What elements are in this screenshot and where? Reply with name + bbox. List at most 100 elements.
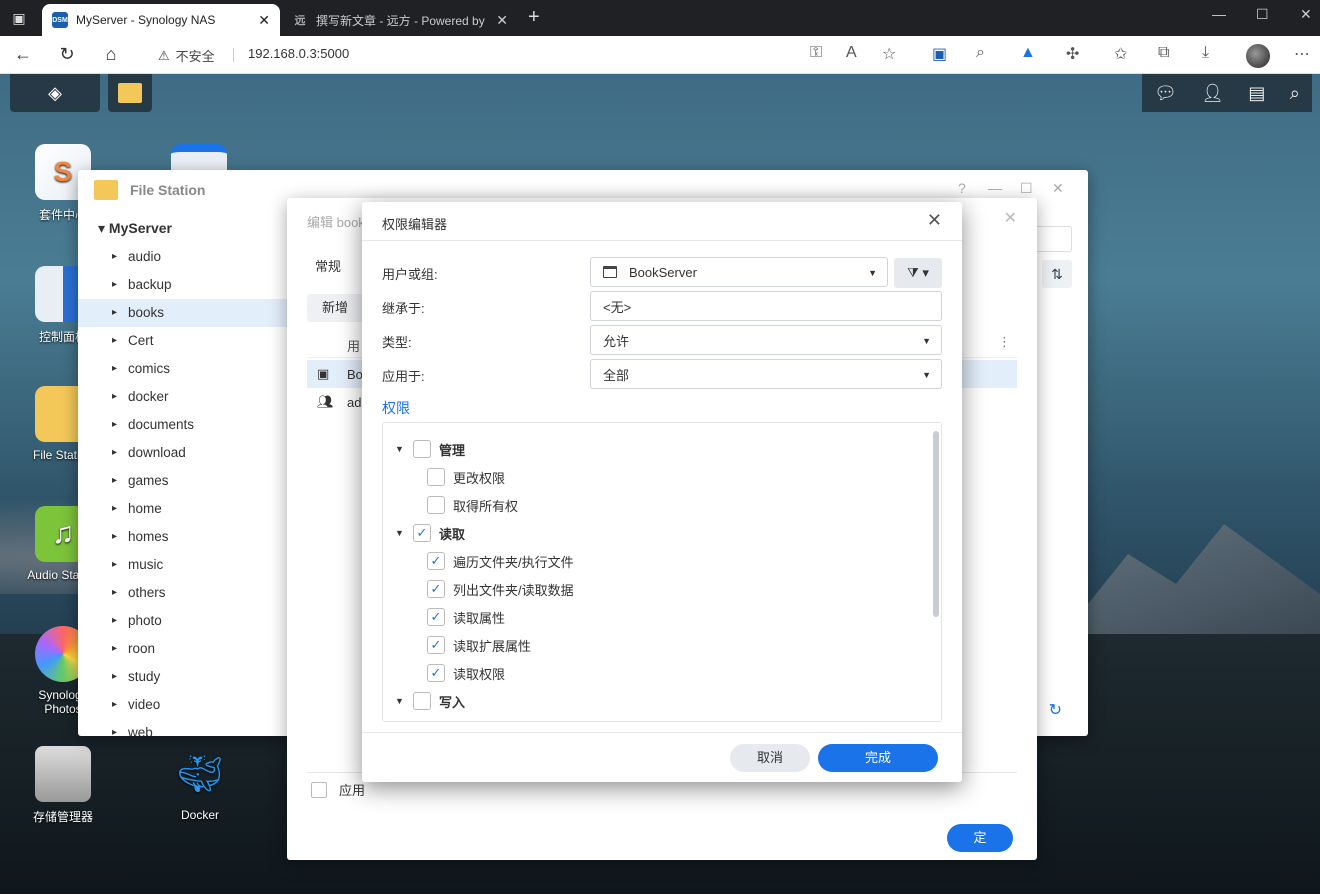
tab-title: 撰写新文章 - 远方 - Powered by xyxy=(316,13,485,28)
tree-item-web[interactable]: web xyxy=(78,719,288,736)
tab-general[interactable]: 常规 xyxy=(315,256,341,275)
tree-item-study[interactable]: study xyxy=(78,663,288,691)
tree-item-others[interactable]: others xyxy=(78,579,288,607)
permission-label: 读取权限 xyxy=(453,666,506,682)
tree-item-backup[interactable]: backup xyxy=(78,271,288,299)
tree-item-homes[interactable]: homes xyxy=(78,523,288,551)
permission-label: 读取扩展属性 xyxy=(453,638,532,654)
download-icon[interactable]: ⤓ xyxy=(1202,44,1209,62)
security-indicator[interactable]: ⚠ 不安全 xyxy=(158,46,215,65)
url-input[interactable]: 192.168.0.3:5000 xyxy=(248,46,349,61)
permission-checkbox[interactable]: ✓ xyxy=(427,664,445,682)
search-icon[interactable]: ⌕ xyxy=(976,44,985,62)
close-icon[interactable]: ✕ xyxy=(1052,180,1064,197)
permission-label: 列出文件夹/读取数据 xyxy=(453,582,574,598)
done-button[interactable]: 完成 xyxy=(818,744,938,772)
key-icon[interactable]: ⚿ xyxy=(810,44,822,62)
expand-arrow-icon[interactable]: ▼ xyxy=(395,696,409,706)
close-icon[interactable]: ✕ xyxy=(927,210,942,231)
avatar[interactable] xyxy=(1246,44,1270,68)
tree-item-home[interactable]: home xyxy=(78,495,288,523)
permission-checkbox[interactable]: ✓ xyxy=(427,636,445,654)
apply-checkbox[interactable]: 应用 xyxy=(311,780,365,799)
apply-to-select[interactable]: 全部 ▼ xyxy=(590,359,942,389)
minimize-icon[interactable]: — xyxy=(988,180,1002,196)
help-icon[interactable]: ? xyxy=(958,180,966,196)
favorites-icon[interactable]: ✩ xyxy=(1114,44,1127,64)
search-icon[interactable]: ⌕ xyxy=(1290,83,1300,104)
taskbar-file-station[interactable] xyxy=(108,74,152,112)
new-button[interactable]: 新增 xyxy=(307,294,363,322)
tree-item-music[interactable]: music xyxy=(78,551,288,579)
refresh-icon[interactable]: ↻ xyxy=(1049,700,1062,720)
user-select[interactable]: BookServer ▼ xyxy=(590,257,888,287)
desktop-icon-docker[interactable]: 🐳︎ Docker xyxy=(155,746,245,822)
permission-checkbox[interactable] xyxy=(413,692,431,710)
cancel-button[interactable]: 取消 xyxy=(730,744,810,772)
tree-item-photo[interactable]: photo xyxy=(78,607,288,635)
close-tab-icon[interactable]: ✕ xyxy=(496,12,508,29)
expand-arrow-icon[interactable]: ▼ xyxy=(395,528,409,538)
maximize-icon[interactable]: ☐ xyxy=(1020,180,1033,197)
permission-checkbox[interactable] xyxy=(427,468,445,486)
permission-label: 读取 xyxy=(439,526,466,542)
column-menu-icon[interactable]: ⋮ xyxy=(998,334,1011,350)
apply-label: 应用 xyxy=(339,783,366,798)
tree-item-docker[interactable]: docker xyxy=(78,383,288,411)
user-icon[interactable]: 👤︎ xyxy=(1201,83,1224,104)
expand-arrow-icon[interactable]: ▼ xyxy=(395,444,409,454)
close-window-icon[interactable]: ✕ xyxy=(1300,6,1312,23)
favorite-add-icon[interactable]: ☆ xyxy=(882,44,896,64)
tab-dsm[interactable]: DSM MyServer - Synology NAS ✕ xyxy=(42,4,280,36)
tree-item-cert[interactable]: Cert xyxy=(78,327,288,355)
divider xyxy=(362,732,962,733)
scrollbar[interactable] xyxy=(933,431,939,617)
tab-blog[interactable]: 远 撰写新文章 - 远方 - Powered by ✕ xyxy=(282,4,518,36)
close-tab-icon[interactable]: ✕ xyxy=(258,12,270,29)
widgets-icon[interactable]: ▤ xyxy=(1248,83,1265,104)
main-menu-button[interactable]: ◈ xyxy=(10,74,100,112)
filter-button[interactable]: ⧩ ▾ xyxy=(894,258,942,288)
tree-item-video[interactable]: video xyxy=(78,691,288,719)
divider xyxy=(233,48,234,62)
search-input[interactable] xyxy=(1032,226,1072,252)
permission-checkbox[interactable]: ✓ xyxy=(427,552,445,570)
sort-icon[interactable]: ⇅ xyxy=(1042,260,1072,288)
tree-item-audio[interactable]: audio xyxy=(78,243,288,271)
checkbox[interactable] xyxy=(311,781,327,798)
tree-item-download[interactable]: download xyxy=(78,439,288,467)
back-icon[interactable]: ← xyxy=(12,44,34,65)
type-select[interactable]: 允许 ▼ xyxy=(590,325,942,355)
tab-actions-icon[interactable]: ▣ xyxy=(8,7,30,29)
extension-icon[interactable]: ▣ xyxy=(932,44,947,64)
users-icon: 👥︎ xyxy=(317,394,334,409)
permission-label: 管理 xyxy=(439,442,466,458)
tree-item-games[interactable]: games xyxy=(78,467,288,495)
minimize-icon[interactable]: — xyxy=(1212,6,1226,22)
collections-icon[interactable]: ⧉ xyxy=(1158,44,1169,62)
tree-item-comics[interactable]: comics xyxy=(78,355,288,383)
puzzle-icon[interactable]: ✣ xyxy=(1066,44,1079,64)
permission-checkbox[interactable] xyxy=(427,496,445,514)
chat-icon[interactable]: 💬︎ xyxy=(1154,83,1177,104)
close-icon[interactable]: ✕ xyxy=(1004,208,1017,228)
permission-checkbox[interactable]: ✓ xyxy=(427,580,445,598)
maximize-icon[interactable]: ☐ xyxy=(1256,6,1269,23)
extension-icon[interactable]: ▲ xyxy=(1020,44,1036,62)
filter-icon: ⧩ ▾ xyxy=(907,265,929,280)
tree-item-books[interactable]: books xyxy=(78,299,288,327)
tree-root[interactable]: ▾ MyServer xyxy=(78,210,288,243)
tree-item-documents[interactable]: documents xyxy=(78,411,288,439)
tree-item-roon[interactable]: roon xyxy=(78,635,288,663)
home-icon[interactable]: ⌂ xyxy=(100,44,122,65)
permission-checkbox[interactable] xyxy=(413,440,431,458)
permission-item: ✓ 读取权限 xyxy=(427,659,505,687)
desktop-icon-storage-manager[interactable]: 存储管理器 xyxy=(18,746,108,825)
done-button[interactable]: 定 xyxy=(947,824,1013,852)
new-tab-icon[interactable]: + xyxy=(528,6,540,29)
permission-checkbox[interactable]: ✓ xyxy=(413,524,431,542)
read-aloud-icon[interactable]: A xyxy=(846,44,857,62)
permission-checkbox[interactable]: ✓ xyxy=(427,608,445,626)
more-menu-icon[interactable]: ⋯ xyxy=(1294,44,1310,64)
reload-icon[interactable]: ↻ xyxy=(56,44,78,65)
